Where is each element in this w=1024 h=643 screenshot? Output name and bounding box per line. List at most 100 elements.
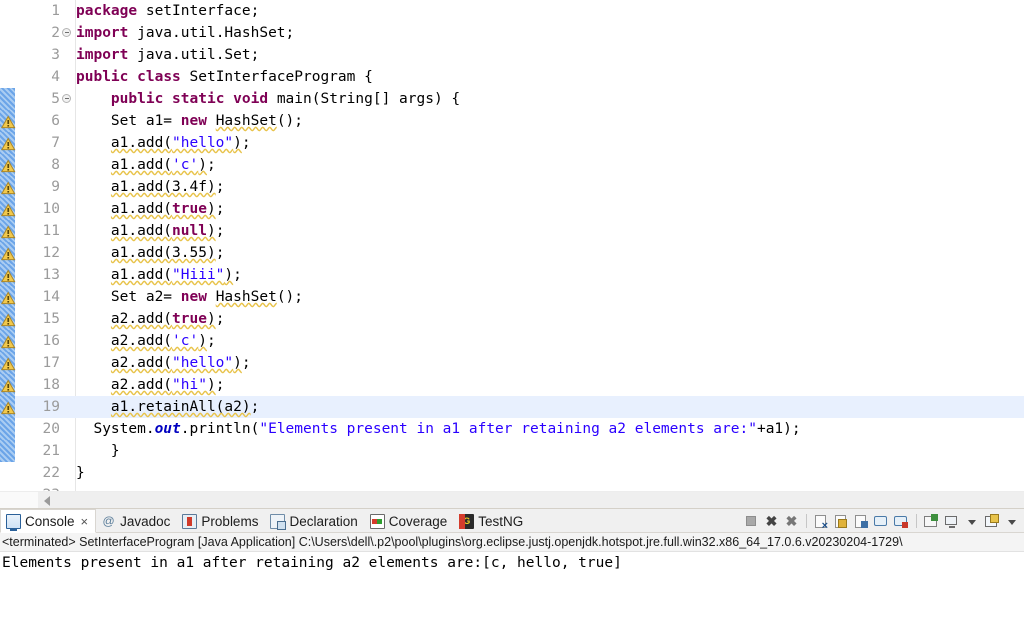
folding-column[interactable] bbox=[62, 110, 74, 132]
folding-column[interactable] bbox=[62, 264, 74, 286]
code-text[interactable]: a1.add('c'); bbox=[76, 154, 216, 176]
pin-console-button[interactable] bbox=[923, 513, 940, 530]
folding-column[interactable] bbox=[62, 242, 74, 264]
warning-marker-icon[interactable] bbox=[0, 246, 16, 261]
warning-marker-icon[interactable] bbox=[0, 180, 16, 195]
code-text[interactable]: package setInterface; bbox=[76, 0, 259, 22]
code-text[interactable]: import java.util.HashSet; bbox=[76, 22, 294, 44]
code-line[interactable]: 3 import java.util.Set; bbox=[0, 44, 1024, 66]
folding-column[interactable] bbox=[62, 66, 74, 88]
code-text[interactable]: a1.add(null); bbox=[76, 220, 225, 242]
warning-marker-icon[interactable] bbox=[0, 136, 16, 151]
display-selected-console-button[interactable] bbox=[943, 513, 960, 530]
code-line[interactable]: 8 a1.add('c'); bbox=[0, 154, 1024, 176]
code-line[interactable]: 18 a2.add("hi"); bbox=[0, 374, 1024, 396]
folding-column[interactable] bbox=[62, 220, 74, 242]
warning-marker-icon[interactable] bbox=[0, 312, 16, 327]
warning-marker-icon[interactable] bbox=[0, 224, 16, 239]
folding-column[interactable] bbox=[62, 374, 74, 396]
warning-marker-icon[interactable] bbox=[0, 158, 16, 173]
terminate-button[interactable] bbox=[743, 513, 760, 530]
code-text[interactable]: a1.add(3.55); bbox=[76, 242, 225, 264]
annotation-marker-column[interactable] bbox=[0, 462, 18, 484]
code-line[interactable]: 15 a2.add(true); bbox=[0, 308, 1024, 330]
annotation-marker-column[interactable] bbox=[0, 440, 18, 462]
annotation-marker-column[interactable] bbox=[0, 22, 18, 44]
warning-marker-icon[interactable] bbox=[0, 400, 16, 415]
code-line[interactable]: 12 a1.add(3.55); bbox=[0, 242, 1024, 264]
code-line[interactable]: 1 package setInterface; bbox=[0, 0, 1024, 22]
console-toolbar[interactable]: ✖ ✖ bbox=[743, 511, 1020, 532]
annotation-marker-column[interactable] bbox=[0, 154, 18, 176]
code-line[interactable]: 6 Set a1= new HashSet(); bbox=[0, 110, 1024, 132]
annotation-marker-column[interactable] bbox=[0, 220, 18, 242]
annotation-marker-column[interactable] bbox=[0, 308, 18, 330]
code-text[interactable]: a1.add(3.4f); bbox=[76, 176, 225, 198]
code-text[interactable]: a1.add(true); bbox=[76, 198, 225, 220]
folding-column[interactable] bbox=[62, 286, 74, 308]
annotation-marker-column[interactable] bbox=[0, 0, 18, 22]
close-icon[interactable]: × bbox=[81, 514, 89, 529]
annotation-marker-column[interactable] bbox=[0, 352, 18, 374]
folding-column[interactable] bbox=[62, 198, 74, 220]
show-console-when-output-button[interactable] bbox=[873, 513, 890, 530]
word-wrap-button[interactable] bbox=[853, 513, 870, 530]
annotation-marker-column[interactable] bbox=[0, 374, 18, 396]
warning-marker-icon[interactable] bbox=[0, 202, 16, 217]
code-line[interactable]: 5 public static void main(String[] args)… bbox=[0, 88, 1024, 110]
folding-column[interactable] bbox=[62, 330, 74, 352]
folding-column[interactable] bbox=[62, 176, 74, 198]
code-line-list[interactable]: 1 package setInterface; 2 import java.util.… bbox=[0, 0, 1024, 506]
code-line[interactable]: 10 a1.add(true); bbox=[0, 198, 1024, 220]
folding-column[interactable] bbox=[62, 308, 74, 330]
annotation-marker-column[interactable] bbox=[0, 264, 18, 286]
code-line[interactable]: 11 a1.add(null); bbox=[0, 220, 1024, 242]
tab-console[interactable]: Console × bbox=[0, 509, 97, 533]
code-line[interactable]: 17 a2.add("hello"); bbox=[0, 352, 1024, 374]
warning-marker-icon[interactable] bbox=[0, 114, 16, 129]
collapse-fold-icon[interactable] bbox=[62, 28, 71, 37]
open-console-button[interactable] bbox=[983, 513, 1000, 530]
folding-column[interactable] bbox=[62, 44, 74, 66]
code-text[interactable]: a1.add("Hiii"); bbox=[76, 264, 242, 286]
show-console-when-error-button[interactable] bbox=[893, 513, 910, 530]
scrollbar-track[interactable] bbox=[38, 492, 1024, 508]
warning-marker-icon[interactable] bbox=[0, 290, 16, 305]
code-line[interactable]: 21 } bbox=[0, 440, 1024, 462]
tab-coverage[interactable]: Coverage bbox=[365, 509, 455, 533]
warning-marker-icon[interactable] bbox=[0, 378, 16, 393]
tab-declaration[interactable]: Declaration bbox=[265, 509, 364, 533]
remove-launch-button[interactable]: ✖ bbox=[763, 513, 780, 530]
collapse-fold-icon[interactable] bbox=[62, 94, 71, 103]
console-tab-bar[interactable]: Console × @ Javadoc Problems Declaration Cover… bbox=[0, 509, 1024, 533]
warning-marker-icon[interactable] bbox=[0, 334, 16, 349]
folding-column[interactable] bbox=[62, 88, 74, 110]
folding-column[interactable] bbox=[62, 418, 74, 440]
annotation-marker-column[interactable] bbox=[0, 396, 18, 418]
tab-javadoc[interactable]: @ Javadoc bbox=[96, 509, 177, 533]
console-output-text[interactable]: Elements present in a1 after retaining a… bbox=[0, 552, 1024, 642]
code-text[interactable]: Set a2= new HashSet(); bbox=[76, 286, 303, 308]
folding-column[interactable] bbox=[62, 462, 74, 484]
code-text[interactable]: a1.retainAll(a2); bbox=[76, 396, 259, 418]
annotation-marker-column[interactable] bbox=[0, 132, 18, 154]
annotation-marker-column[interactable] bbox=[0, 418, 18, 440]
folding-column[interactable] bbox=[62, 132, 74, 154]
code-line[interactable]: 22} bbox=[0, 462, 1024, 484]
folding-column[interactable] bbox=[62, 396, 74, 418]
code-line[interactable]: 2 import java.util.HashSet; bbox=[0, 22, 1024, 44]
code-text[interactable]: a2.add("hello"); bbox=[76, 352, 251, 374]
code-text[interactable]: } bbox=[76, 462, 85, 484]
annotation-marker-column[interactable] bbox=[0, 110, 18, 132]
warning-marker-icon[interactable] bbox=[0, 268, 16, 283]
code-text[interactable]: a2.add('c'); bbox=[76, 330, 216, 352]
remove-all-terminated-button[interactable]: ✖ bbox=[783, 513, 800, 530]
folding-column[interactable] bbox=[62, 154, 74, 176]
folding-column[interactable] bbox=[62, 22, 74, 44]
code-line[interactable]: 13 a1.add("Hiii"); bbox=[0, 264, 1024, 286]
folding-column[interactable] bbox=[62, 440, 74, 462]
code-text[interactable]: a2.add("hi"); bbox=[76, 374, 225, 396]
code-text[interactable]: a2.add(true); bbox=[76, 308, 225, 330]
editor-horizontal-scrollbar[interactable] bbox=[0, 491, 1024, 508]
open-console-menu[interactable] bbox=[1003, 513, 1020, 530]
